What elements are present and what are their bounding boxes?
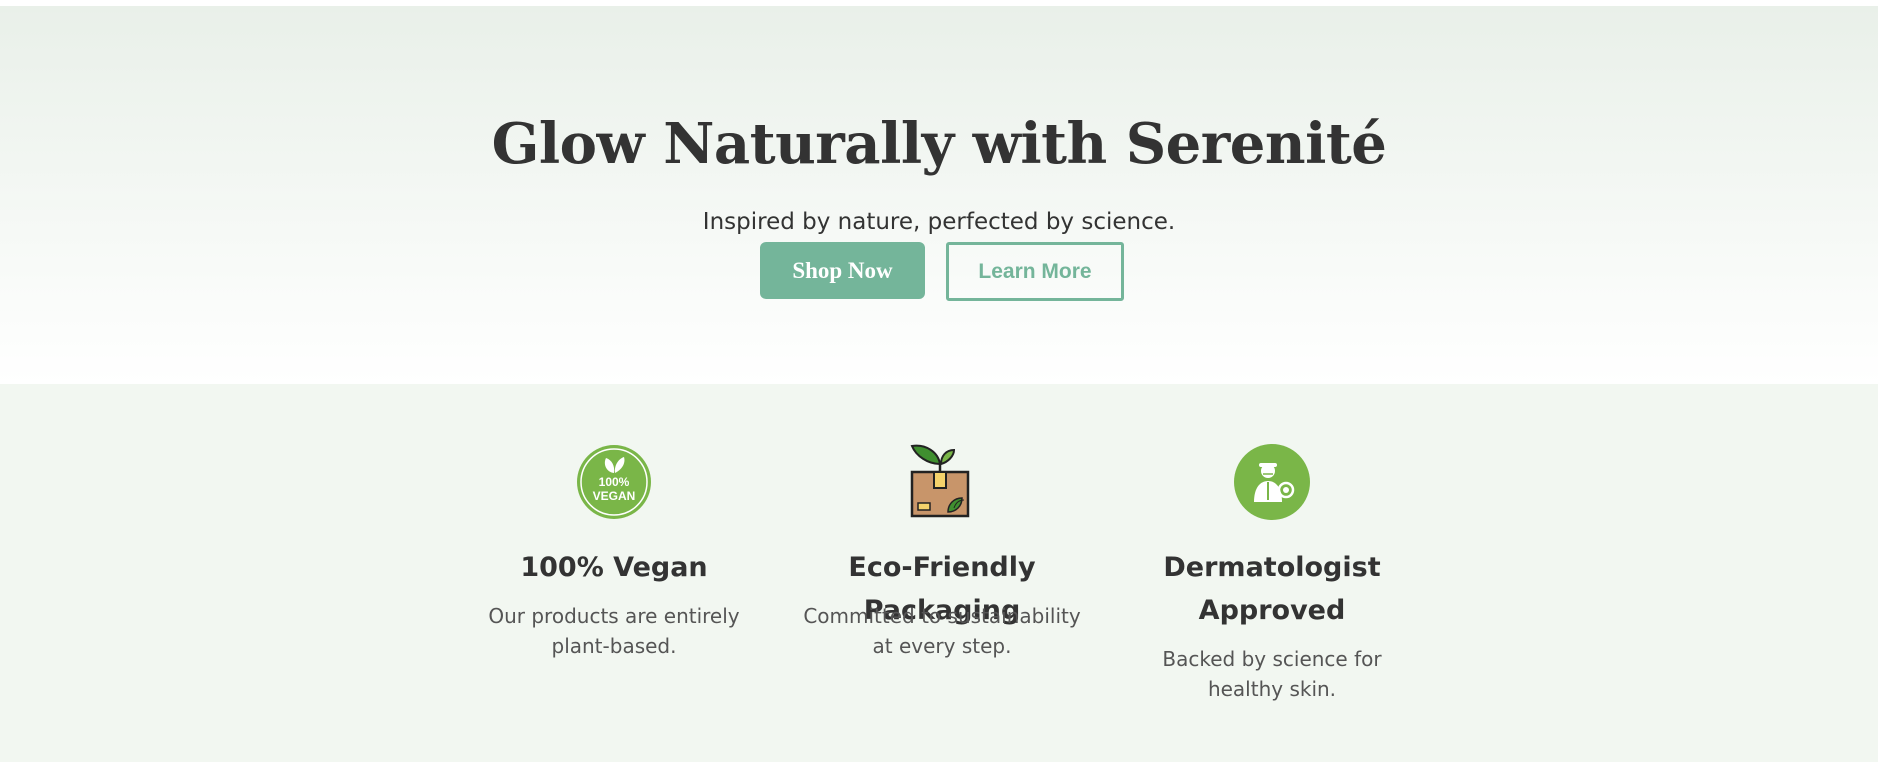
feature-title: 100% Vegan xyxy=(520,552,708,583)
feature-title: Dermatologist Approved xyxy=(1163,552,1381,626)
vegan-badge-bottom-text: VEGAN xyxy=(593,489,636,503)
hero-subtitle: Inspired by nature, perfected by science… xyxy=(702,209,1176,235)
learn-more-button[interactable]: Learn More xyxy=(946,242,1124,301)
dermatologist-icon xyxy=(1234,444,1310,520)
features-section: 100% VEGAN 100% Vegan Our products are e… xyxy=(0,384,1878,762)
page: Glow Naturally with Serenité Inspired by… xyxy=(0,0,1878,768)
hero-section: Glow Naturally with Serenité Inspired by… xyxy=(0,6,1878,384)
eco-box-icon xyxy=(910,444,970,518)
feature-text: Committed to sustainability at every ste… xyxy=(803,604,1081,658)
shop-now-button[interactable]: Shop Now xyxy=(760,242,925,299)
feature-text: Backed by science for healthy skin. xyxy=(1162,647,1382,701)
vegan-badge-top-text: 100% xyxy=(599,475,630,489)
hero-title: Glow Naturally with Serenité xyxy=(491,111,1387,177)
vegan-badge-icon: 100% VEGAN xyxy=(577,445,651,519)
feature-text: Our products are entirely plant-based. xyxy=(488,604,740,658)
